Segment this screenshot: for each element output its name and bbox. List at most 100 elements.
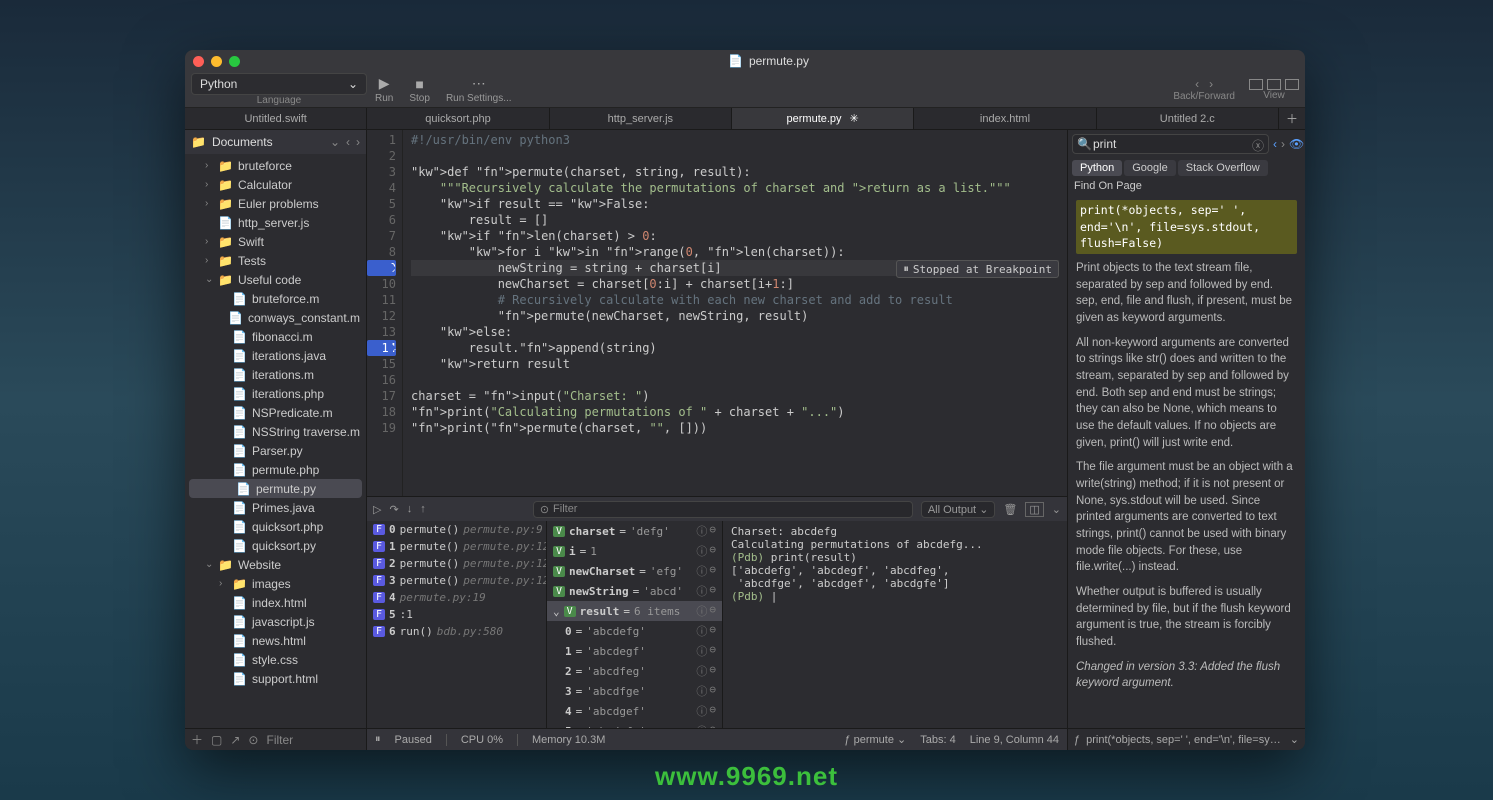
file-item[interactable]: 📄permute.py xyxy=(189,479,362,498)
info-icon[interactable]: ⓘ xyxy=(696,583,707,599)
view-bottom-icon[interactable] xyxy=(1267,79,1281,90)
variable-row[interactable]: VnewString = 'abcd'ⓘ⊖ xyxy=(547,581,722,601)
forward-icon[interactable]: › xyxy=(1209,77,1213,91)
file-item[interactable]: 📄bruteforce.m xyxy=(185,289,366,308)
collapse-icon[interactable]: ⌄ xyxy=(1052,503,1061,516)
file-item[interactable]: 📄iterations.m xyxy=(185,365,366,384)
remove-icon[interactable]: ⊖ xyxy=(709,543,716,559)
folder-item[interactable]: ›📁Tests xyxy=(185,251,366,270)
back-icon[interactable]: ‹ xyxy=(1195,77,1199,91)
file-item[interactable]: 📄index.html xyxy=(185,593,366,612)
doc-back-icon[interactable]: ‹ xyxy=(1273,137,1277,151)
doc-tab[interactable]: Python xyxy=(1072,160,1122,176)
call-stack[interactable]: F0 permute() permute.py:9F1 permute() pe… xyxy=(367,521,547,728)
variables-pane[interactable]: Vcharset = 'defg'ⓘ⊖Vi = 1ⓘ⊖VnewCharset =… xyxy=(547,521,723,728)
stack-frame[interactable]: F2 permute() permute.py:12 xyxy=(367,555,546,572)
file-item[interactable]: 📄iterations.java xyxy=(185,346,366,365)
file-item[interactable]: 📄support.html xyxy=(185,669,366,688)
doc-tab[interactable]: Stack Overflow xyxy=(1178,160,1268,176)
layout-icon[interactable]: ◫ xyxy=(1025,502,1043,517)
file-item[interactable]: 📄NSString traverse.m xyxy=(185,422,366,441)
language-select[interactable]: Python ⌄ xyxy=(191,73,367,95)
debug-filter[interactable]: ⊙ Filter xyxy=(533,501,913,518)
info-icon[interactable]: ⓘ xyxy=(696,643,707,659)
variable-child[interactable]: 4 = 'abcdgef'ⓘ⊖ xyxy=(547,701,722,721)
tab[interactable]: Untitled.swift xyxy=(185,108,367,129)
remove-icon[interactable]: ⊖ xyxy=(709,663,716,679)
new-tab-button[interactable]: ＋ xyxy=(1279,108,1305,129)
new-folder-icon[interactable]: ▢ xyxy=(211,733,222,747)
chevron-down-icon[interactable]: ⌄ xyxy=(553,605,560,618)
info-icon[interactable]: ⓘ xyxy=(696,543,707,559)
variable-row[interactable]: VnewCharset = 'efg'ⓘ⊖ xyxy=(547,561,722,581)
remove-icon[interactable]: ⊖ xyxy=(709,623,716,639)
output-select[interactable]: All Output ⌄ xyxy=(921,501,996,518)
variable-child[interactable]: 1 = 'abcdegf'ⓘ⊖ xyxy=(547,641,722,661)
file-item[interactable]: 📄quicksort.php xyxy=(185,517,366,536)
stack-frame[interactable]: F1 permute() permute.py:12 xyxy=(367,538,546,555)
tab[interactable]: quicksort.php xyxy=(367,108,549,129)
file-item[interactable]: 📄Parser.py xyxy=(185,441,366,460)
file-item[interactable]: 📄javascript.js xyxy=(185,612,366,631)
folder-item[interactable]: ›📁Calculator xyxy=(185,175,366,194)
file-item[interactable]: 📄fibonacci.m xyxy=(185,327,366,346)
folder-item[interactable]: ›📁bruteforce xyxy=(185,156,366,175)
variable-child[interactable]: 5 = 'abcdgfe'ⓘ⊖ xyxy=(547,721,722,728)
variable-row[interactable]: ⌄Vresult = 6 itemsⓘ⊖ xyxy=(547,601,722,621)
file-item[interactable]: 📄style.css xyxy=(185,650,366,669)
view-right-icon[interactable] xyxy=(1285,79,1299,90)
info-icon[interactable]: ⓘ xyxy=(696,663,707,679)
remove-icon[interactable]: ⊖ xyxy=(709,603,716,619)
tab[interactable]: index.html xyxy=(914,108,1096,129)
variable-child[interactable]: 3 = 'abcdfge'ⓘ⊖ xyxy=(547,681,722,701)
code-editor[interactable]: 12345678910111213141516171819 ⏸ Stopped … xyxy=(367,130,1067,496)
doc-search-input[interactable] xyxy=(1072,134,1269,154)
pause-icon[interactable]: ⏸ xyxy=(375,733,381,746)
tab[interactable]: Untitled 2.c xyxy=(1097,108,1279,129)
variable-row[interactable]: Vcharset = 'defg'ⓘ⊖ xyxy=(547,521,722,541)
file-item[interactable]: 📄Primes.java xyxy=(185,498,366,517)
code-area[interactable]: ⏸ Stopped at Breakpoint #!/usr/bin/env p… xyxy=(403,130,1067,496)
file-item[interactable]: 📄quicksort.py xyxy=(185,536,366,555)
doc-forward-icon[interactable]: › xyxy=(1281,137,1285,151)
stack-frame[interactable]: F6 run() bdb.py:580 xyxy=(367,623,546,640)
run-settings-button[interactable]: ⋯ Run Settings... xyxy=(446,75,512,104)
step-over-icon[interactable]: ↷ xyxy=(389,503,398,516)
chevron-updown-icon[interactable]: ⌄ xyxy=(1290,733,1299,746)
folder-item[interactable]: ›📁Swift xyxy=(185,232,366,251)
file-item[interactable]: 📄permute.php xyxy=(185,460,366,479)
variable-child[interactable]: 0 = 'abcdefg'ⓘ⊖ xyxy=(547,621,722,641)
debug-console[interactable]: Charset: abcdefgCalculating permutations… xyxy=(723,521,1067,728)
clear-icon[interactable]: ⓧ xyxy=(1252,137,1264,154)
doc-tab[interactable]: Google xyxy=(1124,160,1175,176)
eye-icon[interactable]: 👁 xyxy=(1289,137,1304,151)
stack-frame[interactable]: F5 :1 xyxy=(367,606,546,623)
tab[interactable]: http_server.js xyxy=(550,108,732,129)
file-item[interactable]: 📄conways_constant.m xyxy=(185,308,366,327)
open-in-icon[interactable]: ↗ xyxy=(230,733,240,747)
step-out-icon[interactable]: ↑ xyxy=(420,503,426,515)
variable-row[interactable]: Vi = 1ⓘ⊖ xyxy=(547,541,722,561)
tab[interactable]: permute.py ✳ xyxy=(732,108,914,129)
remove-icon[interactable]: ⊖ xyxy=(709,683,716,699)
remove-icon[interactable]: ⊖ xyxy=(709,523,716,539)
sidebar-header[interactable]: 📁 Documents ⌄ ‹ › xyxy=(185,130,366,154)
function-indicator[interactable]: ƒ permute ⌄ xyxy=(844,733,906,746)
info-icon[interactable]: ⓘ xyxy=(696,603,707,619)
folder-item[interactable]: ›📁Euler problems xyxy=(185,194,366,213)
info-icon[interactable]: ⓘ xyxy=(696,563,707,579)
sidebar-filter[interactable]: Filter xyxy=(266,733,293,747)
remove-icon[interactable]: ⊖ xyxy=(709,583,716,599)
find-on-page[interactable]: Find On Page xyxy=(1068,178,1305,194)
continue-icon[interactable]: ▷ xyxy=(373,503,381,516)
info-icon[interactable]: ⓘ xyxy=(696,683,707,699)
file-item[interactable]: 📄NSPredicate.m xyxy=(185,403,366,422)
zoom-icon[interactable] xyxy=(229,56,240,67)
file-item[interactable]: 📄news.html xyxy=(185,631,366,650)
view-left-icon[interactable] xyxy=(1249,79,1263,90)
remove-icon[interactable]: ⊖ xyxy=(709,703,716,719)
stop-button[interactable]: ■ Stop xyxy=(409,76,430,104)
file-item[interactable]: 📄iterations.php xyxy=(185,384,366,403)
file-item[interactable]: 📄http_server.js xyxy=(185,213,366,232)
stack-frame[interactable]: F4 permute.py:19 xyxy=(367,589,546,606)
